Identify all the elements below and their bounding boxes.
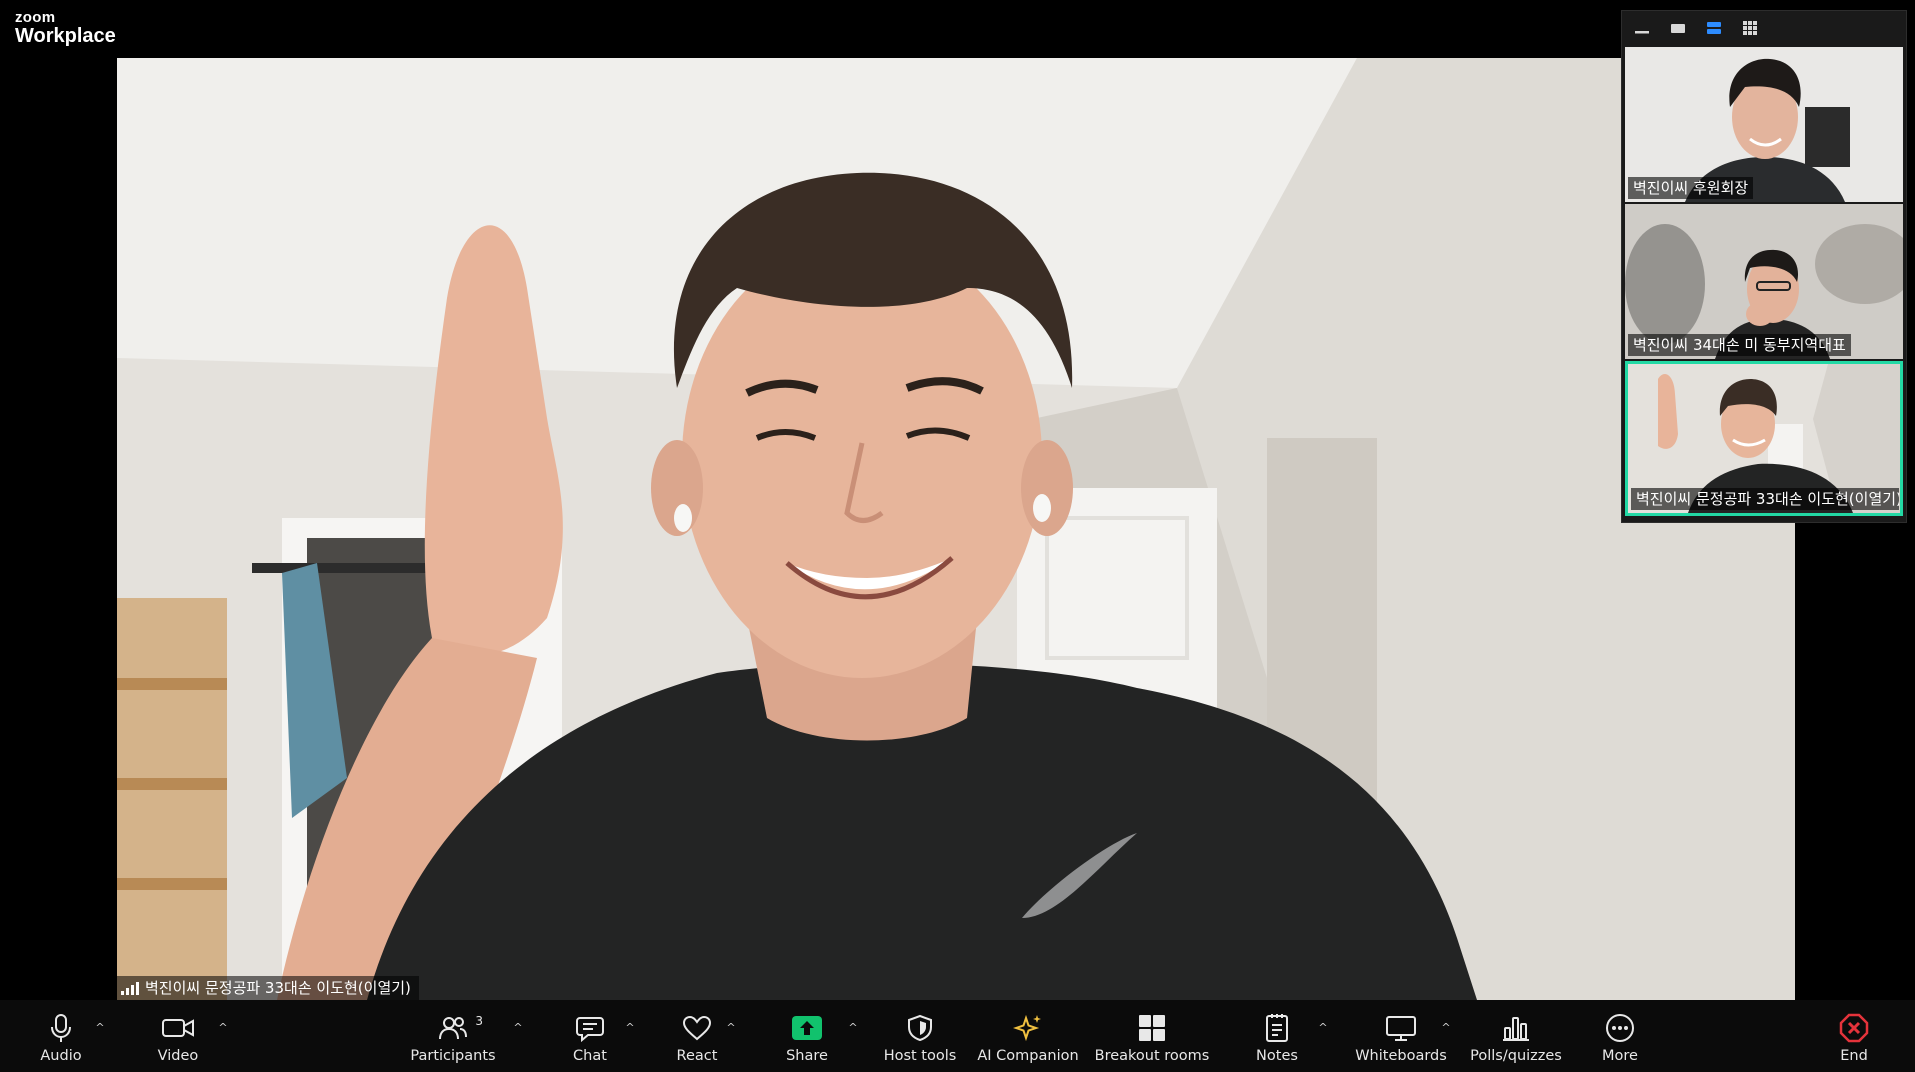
speaker-name: 벽진이씨 문정공파 33대손 이도현(이열기) [145,979,411,997]
host-tools-label: Host tools [883,1048,957,1064]
whiteboards-options-chevron-up-icon[interactable]: ^ [1439,1020,1453,1034]
end-meeting-button[interactable]: End [1836,1000,1872,1072]
audio-button[interactable]: Audio [36,1000,86,1072]
side-by-side-icon[interactable] [1704,18,1724,38]
sparkle-icon [1008,1012,1048,1044]
video-camera-icon [158,1012,198,1044]
notes-button[interactable]: Notes [1254,1000,1300,1072]
brand-name: zoom [15,9,56,26]
participants-count: 3 [475,1014,483,1028]
heart-icon [677,1012,717,1044]
product-name: Workplace [15,25,116,47]
polls-quizzes-button[interactable]: Polls/quizzes [1470,1000,1562,1072]
gallery-grid-icon[interactable] [1740,18,1760,38]
speaker-name-tag: 벽진이씨 문정공파 33대손 이도현(이열기) [117,976,419,1000]
microphone-icon [41,1012,81,1044]
chat-options-chevron-up-icon[interactable]: ^ [623,1020,637,1034]
share-button[interactable]: Share [782,1000,832,1072]
more-icon [1600,1012,1640,1044]
zoom-workplace-logo: zoom Workplace [15,10,116,46]
speaker-view-icon[interactable] [1668,18,1688,38]
ai-companion-label: AI Companion [977,1048,1079,1064]
share-label: Share [786,1048,828,1064]
breakout-rooms-label: Breakout rooms [1094,1048,1210,1064]
notes-label: Notes [1256,1048,1298,1064]
whiteboard-icon [1381,1012,1421,1044]
participants-options-chevron-up-icon[interactable]: ^ [511,1020,525,1034]
react-options-chevron-up-icon[interactable]: ^ [724,1020,738,1034]
video-options-chevron-up-icon[interactable]: ^ [216,1020,230,1034]
shield-icon [900,1012,940,1044]
minimize-icon[interactable] [1632,18,1652,38]
react-label: React [676,1048,718,1064]
whiteboards-button[interactable]: Whiteboards [1355,1000,1447,1072]
participants-label: Participants [410,1048,496,1064]
chat-button[interactable]: Chat [568,1000,612,1072]
ai-companion-button[interactable]: AI Companion [977,1000,1079,1072]
video-frame-image [117,58,1795,1000]
audio-label: Audio [40,1048,82,1064]
chat-label: Chat [573,1048,607,1064]
participant-tile[interactable]: 벽진이씨 후원회장 [1625,47,1903,202]
participant-name: 벽진이씨 문정공파 33대손 이도현(이열기) [1631,488,1899,510]
share-options-chevron-up-icon[interactable]: ^ [846,1020,860,1034]
participant-tile-active-speaker[interactable]: 벽진이씨 문정공파 33대손 이도현(이열기) [1625,361,1903,516]
view-mode-switcher [1622,11,1906,45]
more-label: More [1602,1048,1638,1064]
notes-options-chevron-up-icon[interactable]: ^ [1316,1020,1330,1034]
whiteboards-label: Whiteboards [1355,1048,1447,1064]
participants-icon: 3 [433,1012,483,1044]
notes-icon [1257,1012,1297,1044]
participant-name: 벽진이씨 후원회장 [1628,177,1754,199]
host-tools-button[interactable]: Host tools [884,1000,956,1072]
end-call-icon [1834,1012,1874,1044]
main-speaker-video[interactable]: 벽진이씨 문정공파 33대손 이도현(이열기) [117,58,1795,1000]
react-button[interactable]: React [672,1000,722,1072]
video-label: Video [157,1048,199,1064]
chat-icon [570,1012,610,1044]
polls-quizzes-label: Polls/quizzes [1470,1048,1562,1064]
meeting-controls-toolbar: Audio ^ Video ^ 3 Participants ^ Chat ^ … [0,1000,1915,1072]
connection-signal-icon [121,981,139,995]
audio-options-chevron-up-icon[interactable]: ^ [93,1020,107,1034]
polls-icon [1496,1012,1536,1044]
more-button[interactable]: More [1598,1000,1642,1072]
breakout-rooms-icon [1132,1012,1172,1044]
participant-name: 벽진이씨 34대손 미 동부지역대표 [1628,334,1851,356]
share-icon [787,1012,827,1044]
participant-tile[interactable]: 벽진이씨 34대손 미 동부지역대표 [1625,204,1903,359]
end-label: End [1840,1048,1868,1064]
video-thumbnail-panel: 벽진이씨 후원회장 벽진이씨 34대손 미 동부지역대표 벽진이씨 문정공파 3 [1621,10,1907,523]
breakout-rooms-button[interactable]: Breakout rooms [1094,1000,1210,1072]
video-button[interactable]: Video [150,1000,206,1072]
participants-button[interactable]: 3 Participants [410,1000,496,1072]
